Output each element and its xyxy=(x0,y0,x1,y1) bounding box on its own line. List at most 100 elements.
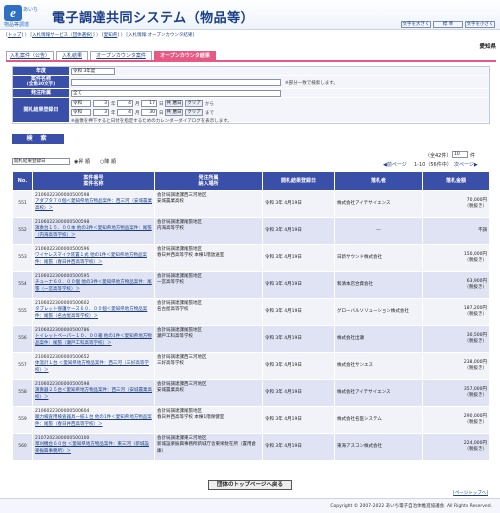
case-name-link[interactable]: 演奏台１５．００本 他の3件＜愛知県地方物品案件：尾張（内海高等学校）＞ xyxy=(35,226,152,239)
case-name-link[interactable]: チューナ６０．００個 他の3件＜愛知県地方物品案件：尾張（一宮高等学校）＞ xyxy=(35,280,152,293)
font-standard-button[interactable]: 標 準 xyxy=(433,21,463,28)
site-logo[interactable]: e あいち 物品等調達 xyxy=(4,5,48,28)
sort-field-select[interactable]: 開札結果登録日 xyxy=(12,158,70,165)
row-no: 554 xyxy=(12,271,33,299)
tab-open-counter-cases[interactable]: オープンカウンタ案件 xyxy=(90,51,152,60)
row-amount: 30,500円 （税抜き） xyxy=(422,325,490,353)
row-no: 553 xyxy=(12,244,33,272)
case-name-note: ※部分一致で検索します。 xyxy=(285,81,338,86)
sort-asc-radio[interactable]: ◉昇 順 xyxy=(74,158,90,166)
row-amount: 70,000円 （税抜き） xyxy=(422,190,490,218)
table-row: 553 2106022300000500596 ワイヤレスマイク装置１式 他の1… xyxy=(12,244,490,272)
breadcrumb-org[interactable]: 愛知県 xyxy=(104,33,118,38)
date-from-era[interactable]: 令和 xyxy=(71,100,91,107)
row-org: 会計局調達課東三河地区 新城設楽振興事務所新城庁舎東栄駐在所（置用倉庫） xyxy=(154,433,263,461)
row-date: 令和 3年 4月19日 xyxy=(262,406,335,434)
row-case: 2106022300000500786 トイレットペーパー１０．００箱 他の1件… xyxy=(32,325,155,353)
font-small-button[interactable]: 文字を小さく xyxy=(465,21,495,28)
table-row: 556 2106022300000500786 トイレットペーパー１０．００箱 … xyxy=(12,325,490,353)
delivery-place: 新城設楽振興事務所新城庁舎東栄駐在所（置用倉庫） xyxy=(157,442,256,454)
page-top-link[interactable]: [ページトップへ] xyxy=(453,490,488,496)
amount-tax: （税抜き） xyxy=(464,393,488,398)
row-no: 551 xyxy=(12,190,33,218)
prev-page-link[interactable]: ◀前ページ xyxy=(383,161,407,169)
amount-tax: （税抜き） xyxy=(464,258,488,263)
org-name: 愛知県 xyxy=(479,44,496,50)
row-date: 令和 3年 4月19日 xyxy=(262,298,335,326)
delivery-place: 三好高等学校 xyxy=(157,361,184,367)
case-name-link[interactable]: 聴力検査用検査器具一揃１台 他の1件＜愛知県地方物品案件：尾張（春日井西高等学校… xyxy=(35,415,152,428)
row-org: 会計局調達課尾張地区 名古屋高等学校 xyxy=(154,298,263,326)
tab-bid-notice[interactable]: 入札案件（公告） xyxy=(6,51,54,60)
paging-info: 1-10（56件中） xyxy=(414,162,452,168)
date-from-day[interactable]: 17 xyxy=(141,100,157,107)
breadcrumb-top[interactable]: トップ xyxy=(8,33,22,38)
row-no: 555 xyxy=(12,298,33,326)
system-title: 電子調達共同システム（物品等） xyxy=(52,11,255,26)
row-date: 令和 3年 4月19日 xyxy=(262,433,335,461)
delivery-place: 春日井西高等学校 本棟1階放送室 xyxy=(157,253,225,259)
row-case: 2106022300000500652 体温計１台 ＜愛知県地方物品案件：西三河… xyxy=(32,352,155,380)
row-no: 558 xyxy=(12,379,33,407)
row-case: 2106022300000500598 アダプタ７０個＜愛知県地方物品案件：西三… xyxy=(32,190,155,218)
tab-underline xyxy=(6,60,496,62)
amount-tax: （税抜き） xyxy=(464,420,488,425)
back-to-org-top-button[interactable]: 団体のトップページへ戻る xyxy=(208,480,292,490)
row-no: 556 xyxy=(12,325,33,353)
date-to-calendar-button[interactable]: 共 暦日 xyxy=(165,109,183,116)
sort-desc-radio[interactable]: ○降 順 xyxy=(100,158,116,166)
case-name-link[interactable]: タブレット保護ケース６０．００個＜愛知県地方物品案件：尾張（名古屋高等学校）＞ xyxy=(35,307,152,320)
date-from-calendar-button[interactable]: 共 暦日 xyxy=(165,100,183,107)
copyright: Copyright © 2007-2022 あいち電子自治体推進協議会. All… xyxy=(330,504,492,509)
date-to-month[interactable]: 4 xyxy=(117,109,133,116)
breadcrumb-current: 入札情報:オープンカウンタ結果 xyxy=(128,33,193,38)
table-row: 557 2106022300000500652 体温計１台 ＜愛知県地方物品案件… xyxy=(12,352,490,380)
row-winner: 株式会社アイテサイエンス xyxy=(334,190,423,218)
delivery-place: 安城農業高校 xyxy=(157,388,184,394)
fiscal-year-select[interactable]: 令和 3年度 xyxy=(71,68,115,75)
amount-tax: （税抜き） xyxy=(464,366,488,371)
order-org-select[interactable]: 全て xyxy=(71,90,281,97)
date-to-day[interactable]: 30 xyxy=(141,109,157,116)
date-from-year[interactable]: 3 xyxy=(93,100,109,107)
case-name-link[interactable]: ワイヤレスマイク装置１式 他の1件＜愛知県地方物品案件：尾張（春日井西高等学校）… xyxy=(35,253,152,266)
case-name-link[interactable]: トイレットペーパー１０．００箱 他の1件＜愛知県地方物品案件：尾張（瀬戸工科高等… xyxy=(35,334,152,347)
case-name-input[interactable] xyxy=(71,79,281,86)
case-name-link[interactable]: 草刈機台６０台 ＜愛知県地方物品案件：東三河（新城設楽振興事務所）＞ xyxy=(35,442,152,455)
date-from-month[interactable]: 4 xyxy=(117,100,133,107)
date-to-era[interactable]: 令和 xyxy=(71,109,91,116)
amount-tax: （税抜き） xyxy=(464,339,488,344)
next-page-link[interactable]: 次ページ▶ xyxy=(454,161,478,169)
tab-bid-results[interactable]: 入札結果 xyxy=(56,51,88,60)
row-date: 令和 3年 4月19日 xyxy=(262,244,335,272)
col-amount: 落札金額 xyxy=(422,171,490,191)
table-row: 559 2106022300000500604 聴力検査用検査器具一揃１台 他の… xyxy=(12,406,490,434)
font-large-button[interactable]: 文字を大きく xyxy=(401,21,431,28)
row-winner: 株式会社出瀬 xyxy=(334,325,423,353)
delivery-place: 瀬戸工科高等学校 xyxy=(157,334,193,340)
row-case: 2107202300000500100 草刈機台６０台 ＜愛知県地方物品案件：東… xyxy=(32,433,155,461)
tab-open-counter-results[interactable]: オープンカウンタ結果 xyxy=(154,51,216,60)
date-to-clear-button[interactable]: クリア xyxy=(185,109,203,116)
logo-e-icon: e xyxy=(4,5,22,21)
row-org: 会計局調達課尾張地区 一宮高等学校 xyxy=(154,271,263,299)
search-button[interactable]: 検 索 xyxy=(12,134,64,144)
amount-tax: （税抜き） xyxy=(464,285,488,290)
case-name-link[interactable]: アダプタ７０個＜愛知県地方物品案件：西三河（安城農業高校）＞ xyxy=(35,199,152,212)
date-to-year[interactable]: 3 xyxy=(93,109,109,116)
row-winner: 株式会社名医システム xyxy=(334,406,423,434)
date-from-clear-button[interactable]: クリア xyxy=(185,100,203,107)
row-winner: ― xyxy=(334,217,423,245)
row-winner: 和清本店合資会社 xyxy=(334,271,423,299)
next-arrow-icon: ▶ xyxy=(473,162,478,168)
per-page-select[interactable]: 10 xyxy=(452,151,468,158)
table-row: 558 2106022300000500598 演奏器２５台＜愛知県地方物品案件… xyxy=(12,379,490,407)
row-amount: 238,000円 （税抜き） xyxy=(422,352,490,380)
logo-sub-text: 物品等調達 xyxy=(4,22,30,28)
case-name-link[interactable]: 体温計１台 ＜愛知県地方物品案件：西三河（三好高等学校）＞ xyxy=(35,361,152,374)
row-no: 560 xyxy=(12,433,33,461)
case-name-link[interactable]: 演奏器２５台＜愛知県地方物品案件：西三河（安城農業高校）＞ xyxy=(35,388,152,401)
delivery-place: 内海高等学校 xyxy=(157,226,184,232)
breadcrumb-service[interactable]: 入札情報サービス（団体選択） xyxy=(32,33,93,38)
date-label: 開札結果登録日 xyxy=(13,98,69,122)
